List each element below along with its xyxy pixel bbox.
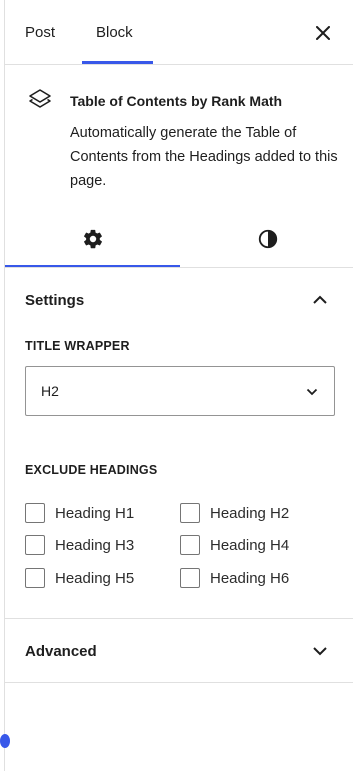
contrast-icon (258, 229, 277, 249)
tab-settings[interactable] (5, 210, 180, 268)
checkbox-heading-h1[interactable]: Heading H1 (25, 503, 134, 523)
chevron-down-icon (300, 380, 324, 404)
advanced-panel-toggle[interactable]: Advanced (5, 627, 353, 675)
active-tab-indicator (82, 61, 153, 64)
checkbox-heading-h5[interactable]: Heading H5 (25, 568, 134, 588)
settings-title: Settings (25, 291, 85, 309)
title-wrapper-value: H2 (41, 383, 59, 399)
block-settings-sidebar: Post Block Table of Contents by Rank Mat… (0, 0, 353, 771)
advanced-title: Advanced (25, 642, 97, 660)
checkbox-label: Heading H1 (55, 504, 135, 522)
checkbox-label: Heading H3 (55, 536, 135, 554)
block-title: Table of Contents by Rank Math (70, 93, 283, 109)
checkbox[interactable] (25, 535, 45, 555)
layers-icon (29, 89, 51, 108)
exclude-headings-label: EXCLUDE HEADINGS (25, 463, 158, 477)
gear-icon (83, 229, 102, 249)
title-wrapper-label: TITLE WRAPPER (25, 339, 130, 353)
drag-handle-indicator (0, 734, 10, 748)
close-icon (316, 26, 330, 40)
block-icon (27, 87, 53, 113)
section-divider (5, 618, 353, 619)
sidebar-tabs: Post Block (5, 0, 353, 65)
settings-panel-toggle[interactable]: Settings (5, 276, 353, 324)
checkbox-heading-h2[interactable]: Heading H2 (180, 503, 289, 523)
close-button[interactable] (311, 21, 335, 45)
tab-styles[interactable] (180, 210, 353, 268)
checkbox[interactable] (180, 503, 200, 523)
tab-block[interactable]: Block (96, 0, 133, 65)
checkbox[interactable] (25, 503, 45, 523)
block-description: Automatically generate the Table of Cont… (70, 125, 338, 189)
active-inner-tab-indicator (5, 265, 180, 267)
checkbox[interactable] (180, 535, 200, 555)
checkbox-label: Heading H2 (210, 504, 290, 522)
checkbox[interactable] (25, 568, 45, 588)
chevron-up-icon (308, 288, 332, 312)
chevron-down-icon (308, 639, 332, 663)
title-wrapper-select[interactable]: H2 (25, 366, 335, 416)
checkbox-heading-h4[interactable]: Heading H4 (180, 535, 289, 555)
block-inspector-tabs (5, 210, 353, 268)
checkbox-label: Heading H4 (210, 536, 290, 554)
section-divider (5, 682, 353, 683)
checkbox-label: Heading H6 (210, 569, 290, 587)
checkbox-heading-h6[interactable]: Heading H6 (180, 568, 289, 588)
checkbox-heading-h3[interactable]: Heading H3 (25, 535, 134, 555)
tab-post[interactable]: Post (25, 0, 55, 65)
checkbox[interactable] (180, 568, 200, 588)
checkbox-label: Heading H5 (55, 569, 135, 587)
